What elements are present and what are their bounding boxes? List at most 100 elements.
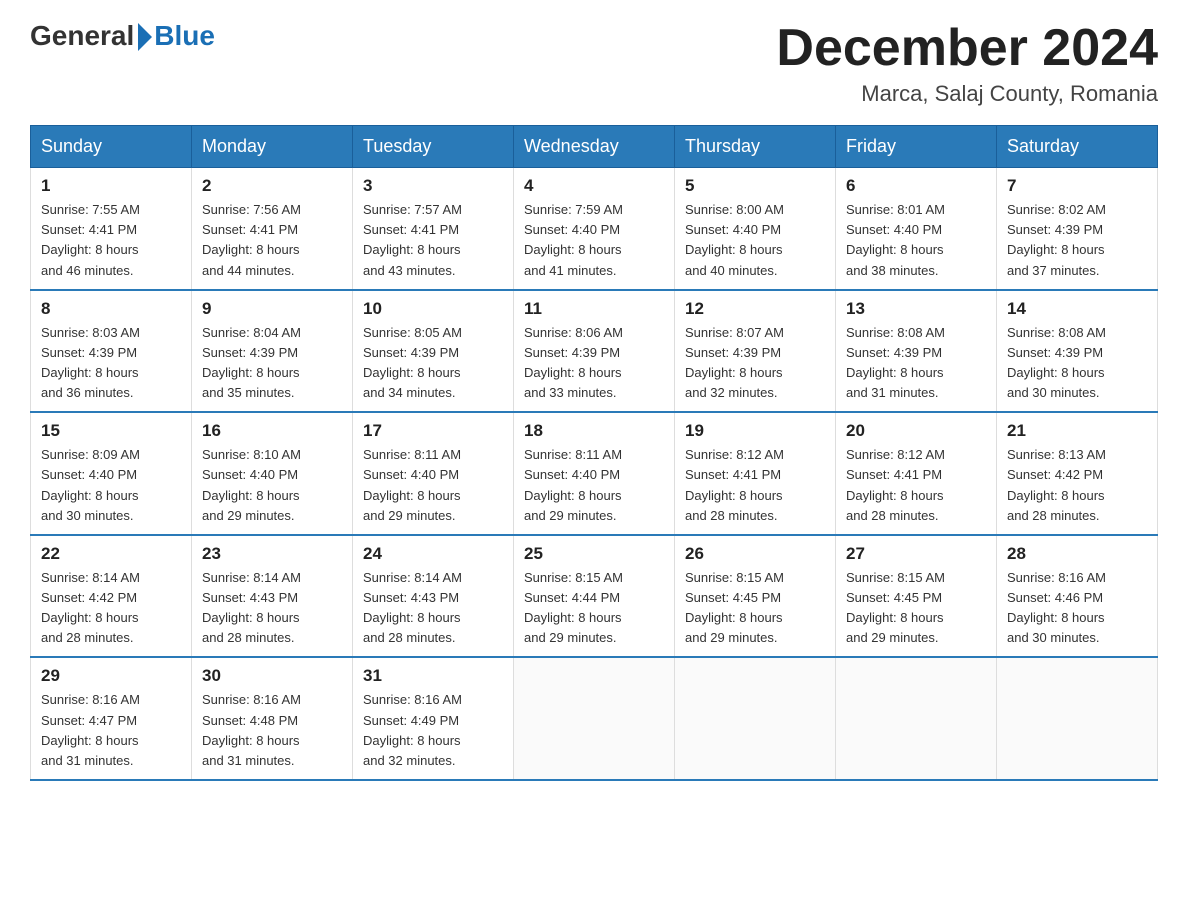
day-info: Sunrise: 8:02 AMSunset: 4:39 PMDaylight:… xyxy=(1007,200,1147,281)
day-number: 16 xyxy=(202,421,342,441)
calendar-cell: 8 Sunrise: 8:03 AMSunset: 4:39 PMDaylight… xyxy=(31,290,192,413)
day-info: Sunrise: 7:59 AMSunset: 4:40 PMDaylight:… xyxy=(524,200,664,281)
calendar-cell: 20 Sunrise: 8:12 AMSunset: 4:41 PMDayligh… xyxy=(836,412,997,535)
logo-general-text: General xyxy=(30,20,134,52)
day-of-week-sunday: Sunday xyxy=(31,126,192,168)
day-number: 4 xyxy=(524,176,664,196)
location-subtitle: Marca, Salaj County, Romania xyxy=(776,81,1158,107)
day-number: 28 xyxy=(1007,544,1147,564)
day-info: Sunrise: 8:00 AMSunset: 4:40 PMDaylight:… xyxy=(685,200,825,281)
day-info: Sunrise: 7:55 AMSunset: 4:41 PMDaylight:… xyxy=(41,200,181,281)
day-info: Sunrise: 8:08 AMSunset: 4:39 PMDaylight:… xyxy=(1007,323,1147,404)
day-info: Sunrise: 8:08 AMSunset: 4:39 PMDaylight:… xyxy=(846,323,986,404)
day-number: 9 xyxy=(202,299,342,319)
calendar-cell xyxy=(997,657,1158,780)
day-info: Sunrise: 8:16 AMSunset: 4:49 PMDaylight:… xyxy=(363,690,503,771)
calendar-week-row: 1 Sunrise: 7:55 AMSunset: 4:41 PMDaylight… xyxy=(31,168,1158,290)
day-number: 6 xyxy=(846,176,986,196)
calendar-cell: 6 Sunrise: 8:01 AMSunset: 4:40 PMDaylight… xyxy=(836,168,997,290)
title-block: December 2024 Marca, Salaj County, Roman… xyxy=(776,20,1158,107)
calendar-cell: 5 Sunrise: 8:00 AMSunset: 4:40 PMDaylight… xyxy=(675,168,836,290)
calendar-week-row: 29Sunrise: 8:16 AMSunset: 4:47 PMDayligh… xyxy=(31,657,1158,780)
day-info: Sunrise: 8:10 AMSunset: 4:40 PMDaylight:… xyxy=(202,445,342,526)
logo-arrow-icon xyxy=(138,23,152,51)
days-of-week-row: SundayMondayTuesdayWednesdayThursdayFrid… xyxy=(31,126,1158,168)
day-number: 14 xyxy=(1007,299,1147,319)
day-info: Sunrise: 8:05 AMSunset: 4:39 PMDaylight:… xyxy=(363,323,503,404)
calendar-cell xyxy=(514,657,675,780)
calendar-cell: 21Sunrise: 8:13 AMSunset: 4:42 PMDayligh… xyxy=(997,412,1158,535)
day-number: 13 xyxy=(846,299,986,319)
day-number: 5 xyxy=(685,176,825,196)
day-info: Sunrise: 8:12 AMSunset: 4:41 PMDaylight:… xyxy=(846,445,986,526)
day-number: 8 xyxy=(41,299,181,319)
logo-blue-text: Blue xyxy=(154,20,215,52)
day-number: 24 xyxy=(363,544,503,564)
day-info: Sunrise: 8:04 AMSunset: 4:39 PMDaylight:… xyxy=(202,323,342,404)
page-header: General Blue December 2024 Marca, Salaj … xyxy=(30,20,1158,107)
calendar-cell: 1 Sunrise: 7:55 AMSunset: 4:41 PMDaylight… xyxy=(31,168,192,290)
day-info: Sunrise: 8:11 AMSunset: 4:40 PMDaylight:… xyxy=(524,445,664,526)
day-of-week-tuesday: Tuesday xyxy=(353,126,514,168)
calendar-cell: 13 Sunrise: 8:08 AMSunset: 4:39 PMDayligh… xyxy=(836,290,997,413)
day-number: 19 xyxy=(685,421,825,441)
calendar-cell: 9 Sunrise: 8:04 AMSunset: 4:39 PMDaylight… xyxy=(192,290,353,413)
calendar-cell: 12 Sunrise: 8:07 AMSunset: 4:39 PMDayligh… xyxy=(675,290,836,413)
day-number: 3 xyxy=(363,176,503,196)
day-number: 31 xyxy=(363,666,503,686)
day-number: 12 xyxy=(685,299,825,319)
day-of-week-saturday: Saturday xyxy=(997,126,1158,168)
day-info: Sunrise: 8:06 AMSunset: 4:39 PMDaylight:… xyxy=(524,323,664,404)
day-number: 15 xyxy=(41,421,181,441)
day-info: Sunrise: 8:09 AMSunset: 4:40 PMDaylight:… xyxy=(41,445,181,526)
calendar-cell: 23 Sunrise: 8:14 AMSunset: 4:43 PMDayligh… xyxy=(192,535,353,658)
day-info: Sunrise: 8:13 AMSunset: 4:42 PMDaylight:… xyxy=(1007,445,1147,526)
day-number: 20 xyxy=(846,421,986,441)
logo: General Blue xyxy=(30,20,215,52)
calendar-table: SundayMondayTuesdayWednesdayThursdayFrid… xyxy=(30,125,1158,781)
day-info: Sunrise: 7:56 AMSunset: 4:41 PMDaylight:… xyxy=(202,200,342,281)
day-number: 11 xyxy=(524,299,664,319)
day-number: 30 xyxy=(202,666,342,686)
calendar-cell: 24 Sunrise: 8:14 AMSunset: 4:43 PMDayligh… xyxy=(353,535,514,658)
calendar-cell: 16 Sunrise: 8:10 AMSunset: 4:40 PMDayligh… xyxy=(192,412,353,535)
calendar-cell xyxy=(675,657,836,780)
calendar-cell: 28Sunrise: 8:16 AMSunset: 4:46 PMDayligh… xyxy=(997,535,1158,658)
calendar-week-row: 15 Sunrise: 8:09 AMSunset: 4:40 PMDayligh… xyxy=(31,412,1158,535)
day-number: 10 xyxy=(363,299,503,319)
calendar-cell: 29Sunrise: 8:16 AMSunset: 4:47 PMDayligh… xyxy=(31,657,192,780)
calendar-cell xyxy=(836,657,997,780)
day-of-week-wednesday: Wednesday xyxy=(514,126,675,168)
calendar-cell: 10 Sunrise: 8:05 AMSunset: 4:39 PMDayligh… xyxy=(353,290,514,413)
calendar-cell: 27 Sunrise: 8:15 AMSunset: 4:45 PMDayligh… xyxy=(836,535,997,658)
day-number: 22 xyxy=(41,544,181,564)
calendar-cell: 7Sunrise: 8:02 AMSunset: 4:39 PMDaylight… xyxy=(997,168,1158,290)
calendar-cell: 17Sunrise: 8:11 AMSunset: 4:40 PMDayligh… xyxy=(353,412,514,535)
day-info: Sunrise: 8:14 AMSunset: 4:43 PMDaylight:… xyxy=(202,568,342,649)
calendar-cell: 11 Sunrise: 8:06 AMSunset: 4:39 PMDayligh… xyxy=(514,290,675,413)
day-number: 2 xyxy=(202,176,342,196)
day-info: Sunrise: 8:01 AMSunset: 4:40 PMDaylight:… xyxy=(846,200,986,281)
day-of-week-friday: Friday xyxy=(836,126,997,168)
day-info: Sunrise: 8:15 AMSunset: 4:45 PMDaylight:… xyxy=(846,568,986,649)
day-info: Sunrise: 8:03 AMSunset: 4:39 PMDaylight:… xyxy=(41,323,181,404)
calendar-cell: 2 Sunrise: 7:56 AMSunset: 4:41 PMDaylight… xyxy=(192,168,353,290)
calendar-week-row: 8 Sunrise: 8:03 AMSunset: 4:39 PMDaylight… xyxy=(31,290,1158,413)
calendar-cell: 15 Sunrise: 8:09 AMSunset: 4:40 PMDayligh… xyxy=(31,412,192,535)
calendar-cell: 19Sunrise: 8:12 AMSunset: 4:41 PMDayligh… xyxy=(675,412,836,535)
day-number: 1 xyxy=(41,176,181,196)
day-number: 23 xyxy=(202,544,342,564)
calendar-cell: 22Sunrise: 8:14 AMSunset: 4:42 PMDayligh… xyxy=(31,535,192,658)
calendar-cell: 31 Sunrise: 8:16 AMSunset: 4:49 PMDayligh… xyxy=(353,657,514,780)
day-number: 17 xyxy=(363,421,503,441)
day-of-week-monday: Monday xyxy=(192,126,353,168)
day-info: Sunrise: 8:16 AMSunset: 4:48 PMDaylight:… xyxy=(202,690,342,771)
day-info: Sunrise: 8:07 AMSunset: 4:39 PMDaylight:… xyxy=(685,323,825,404)
calendar-body: 1 Sunrise: 7:55 AMSunset: 4:41 PMDaylight… xyxy=(31,168,1158,780)
calendar-cell: 30 Sunrise: 8:16 AMSunset: 4:48 PMDayligh… xyxy=(192,657,353,780)
day-number: 27 xyxy=(846,544,986,564)
day-number: 25 xyxy=(524,544,664,564)
month-year-title: December 2024 xyxy=(776,20,1158,77)
day-info: Sunrise: 7:57 AMSunset: 4:41 PMDaylight:… xyxy=(363,200,503,281)
day-info: Sunrise: 8:14 AMSunset: 4:43 PMDaylight:… xyxy=(363,568,503,649)
